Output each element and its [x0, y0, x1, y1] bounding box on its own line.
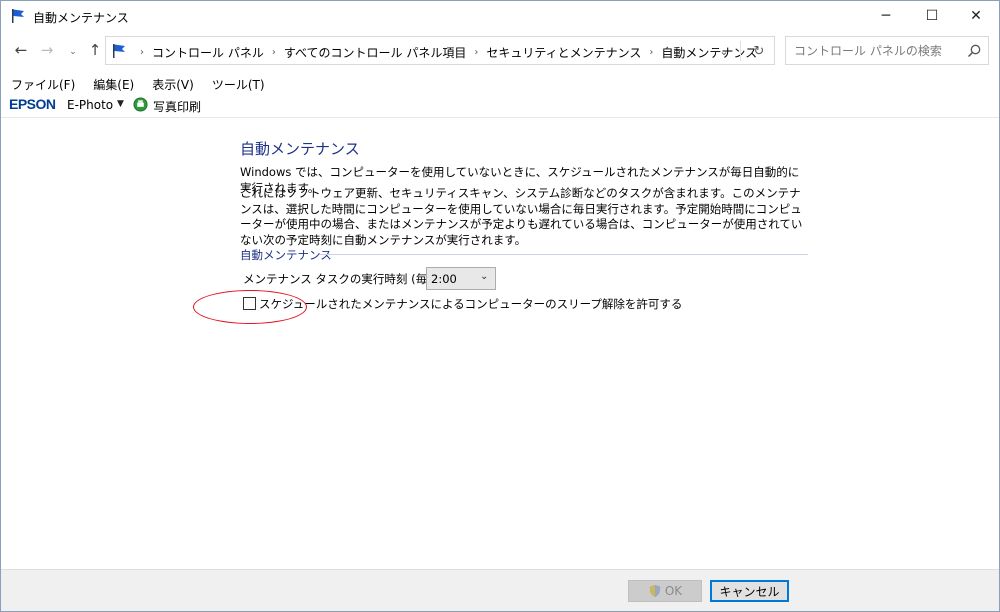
search-box[interactable]: [785, 36, 989, 65]
title-bar: 自動メンテナンス ─ ☐ ✕: [1, 1, 999, 31]
back-button[interactable]: ←: [11, 40, 31, 60]
group-label: 自動メンテナンス: [240, 248, 332, 262]
breadcrumb-security-maintenance[interactable]: セキュリティとメンテナンス: [486, 44, 641, 61]
menu-edit[interactable]: 編集(E): [83, 73, 142, 93]
up-button[interactable]: ↑: [85, 40, 105, 60]
maximize-button[interactable]: ☐: [909, 1, 955, 31]
run-time-label: メンテナンス タスクの実行時刻 (毎日):: [243, 272, 447, 286]
control-panel-window: 自動メンテナンス ─ ☐ ✕ ← → ⌄ ↑ › コントロール パネル › すべ…: [0, 0, 1000, 612]
cancel-button[interactable]: キャンセル: [710, 580, 789, 602]
address-divider: [740, 41, 741, 61]
details-text: これにはソフトウェア更新、セキュリティスキャン、システム診断などのタスクが含まれ…: [240, 186, 803, 247]
breadcrumb-auto-maintenance[interactable]: 自動メンテナンス: [661, 44, 757, 61]
epson-logo: EPSON: [9, 96, 56, 112]
annotation-highlight-oval: [193, 290, 307, 324]
address-dropdown-button[interactable]: ⌄: [713, 41, 735, 61]
breadcrumb-separator: ›: [140, 47, 144, 58]
toolbar-divider: [1, 117, 999, 118]
wake-computer-label[interactable]: スケジュールされたメンテナンスによるコンピューターのスリープ解除を許可する: [259, 296, 682, 312]
ephoto-menu[interactable]: E-Photo: [67, 98, 113, 112]
chevron-down-icon: ⌄: [480, 271, 489, 282]
menu-tools[interactable]: ツール(T): [202, 73, 273, 93]
search-input[interactable]: [794, 42, 964, 60]
address-bar[interactable]: › コントロール パネル › すべてのコントロール パネル項目 › セキュリティ…: [105, 36, 775, 65]
forward-button[interactable]: →: [37, 40, 57, 60]
ok-button[interactable]: OK: [628, 580, 702, 602]
breadcrumb-all-items[interactable]: すべてのコントロール パネル項目: [284, 44, 467, 61]
breadcrumb-control-panel[interactable]: コントロール パネル: [152, 44, 264, 61]
epson-toolbar: EPSON E-Photo ▼ 写真印刷: [1, 95, 999, 118]
refresh-button[interactable]: ↻: [748, 41, 770, 61]
flag-icon: [113, 44, 125, 58]
photo-print-icon[interactable]: [133, 97, 148, 112]
breadcrumb: › コントロール パネル › すべてのコントロール パネル項目 › セキュリティ…: [132, 44, 757, 61]
search-icon[interactable]: [966, 43, 982, 59]
flag-icon: [12, 9, 24, 23]
main-content: 自動メンテナンス Windows では、コンピューターを使用していないときに、ス…: [1, 119, 999, 569]
page-title: 自動メンテナンス: [240, 140, 360, 158]
recent-locations-button[interactable]: ⌄: [63, 42, 83, 62]
run-time-select[interactable]: 2:00 ⌄: [426, 267, 496, 290]
ok-label: OK: [664, 584, 683, 598]
breadcrumb-separator[interactable]: ›: [474, 47, 478, 58]
menu-file[interactable]: ファイル(F): [1, 73, 83, 93]
dialog-footer: OK キャンセル: [1, 569, 999, 611]
minimize-button[interactable]: ─: [863, 1, 909, 31]
uac-shield-icon: [649, 584, 661, 598]
ephoto-dropdown-caret[interactable]: ▼: [117, 99, 124, 109]
menu-view[interactable]: 表示(V): [142, 73, 202, 93]
menu-bar: ファイル(F) 編集(E) 表示(V) ツール(T): [1, 73, 273, 93]
group-divider: [319, 254, 808, 255]
breadcrumb-separator[interactable]: ›: [272, 47, 276, 58]
breadcrumb-separator[interactable]: ›: [649, 47, 653, 58]
run-time-value: 2:00: [431, 272, 457, 286]
photo-print-button[interactable]: 写真印刷: [153, 98, 201, 115]
navigation-bar: ← → ⌄ ↑ › コントロール パネル › すべてのコントロール パネル項目 …: [1, 35, 999, 67]
close-button[interactable]: ✕: [953, 1, 999, 31]
window-title: 自動メンテナンス: [33, 11, 129, 25]
